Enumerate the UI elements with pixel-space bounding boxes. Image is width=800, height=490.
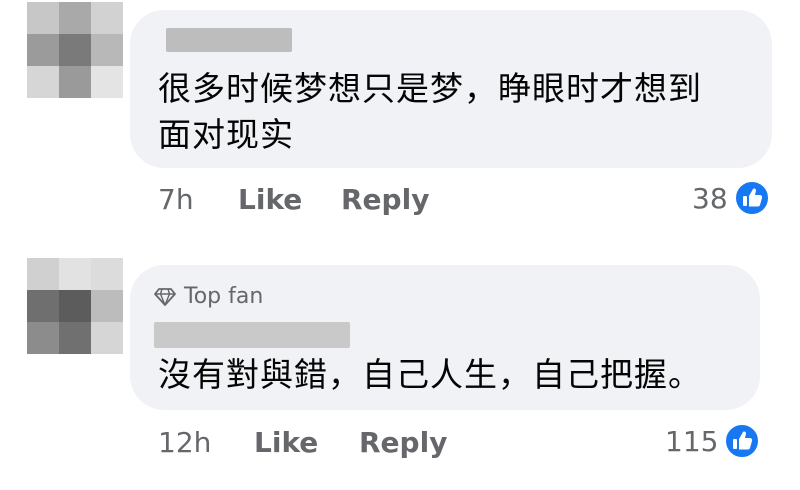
comment: Top fan 沒有對與錯，自己人生，自己把握。 12h Like Reply …	[0, 240, 800, 490]
reaction-count: 38	[692, 181, 728, 215]
comment-bubble: 很多时候梦想只是梦，睁眼时才想到 面对现实	[130, 10, 772, 168]
like-thumbs-up-icon	[733, 180, 770, 216]
avatar[interactable]	[27, 258, 123, 354]
like-button[interactable]: Like	[254, 426, 318, 459]
reaction-summary[interactable]: 38	[692, 180, 770, 216]
like-button[interactable]: Like	[238, 183, 302, 216]
author-name-redacted[interactable]	[166, 28, 292, 52]
reply-button[interactable]: Reply	[359, 426, 447, 459]
reply-button[interactable]: Reply	[341, 183, 429, 216]
comment-text-line: 很多时候梦想只是梦，睁眼时才想到	[158, 69, 702, 108]
avatar[interactable]	[27, 2, 123, 98]
like-thumbs-up-icon	[724, 423, 761, 459]
reaction-count: 115	[665, 424, 719, 458]
comment-text-line: 沒有對與錯，自己人生，自己把握。	[158, 355, 702, 394]
badge-label: Top fan	[184, 284, 264, 309]
reaction-summary[interactable]: 115	[665, 423, 761, 459]
comment-bubble: Top fan 沒有對與錯，自己人生，自己把握。	[130, 265, 760, 410]
comment-timestamp[interactable]: 7h	[158, 183, 194, 216]
author-name-redacted[interactable]	[154, 322, 350, 348]
comment-timestamp[interactable]: 12h	[158, 426, 211, 459]
diamond-icon	[154, 287, 176, 306]
comment: 很多时候梦想只是梦，睁眼时才想到 面对现实 7h Like Reply 38	[0, 0, 800, 240]
comment-text-line: 面对现实	[158, 115, 294, 154]
top-fan-badge[interactable]: Top fan	[154, 284, 263, 309]
